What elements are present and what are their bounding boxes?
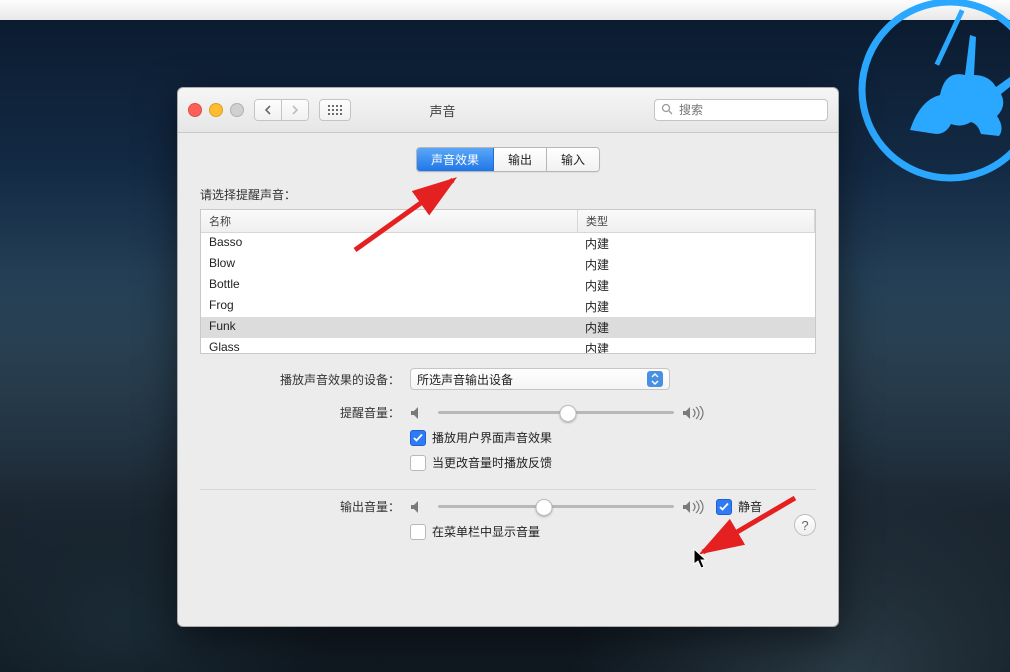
sound-preferences-window: 声音 声音效果输出输入 请选择提醒声音： 名称 类型 Basso内建Blow内建… [177, 87, 839, 627]
table-row[interactable]: Blow内建 [201, 254, 815, 275]
play-through-value: 所选声音输出设备 [417, 371, 513, 388]
speaker-high-icon [682, 405, 710, 421]
titlebar: 声音 [178, 88, 838, 133]
ui-sound-checkbox[interactable] [410, 430, 426, 446]
speaker-low-icon [410, 405, 430, 421]
window-title: 声音 [241, 101, 644, 120]
ui-sound-label: 播放用户界面声音效果 [432, 429, 552, 446]
column-name[interactable]: 名称 [201, 210, 578, 232]
alert-volume-label: 提醒音量： [200, 404, 410, 421]
list-rows[interactable]: Basso内建Blow内建Bottle内建Frog内建Funk内建Glass内建 [201, 233, 815, 354]
search-field[interactable] [654, 99, 828, 121]
table-row[interactable]: Bottle内建 [201, 275, 815, 296]
tabs: 声音效果输出输入 [200, 147, 816, 172]
table-row[interactable]: Frog内建 [201, 296, 815, 317]
mute-label: 静音 [738, 498, 762, 515]
output-volume-slider[interactable] [438, 499, 674, 515]
alert-volume-slider[interactable] [438, 405, 674, 421]
table-row[interactable]: Glass内建 [201, 338, 815, 354]
menubar-volume-label: 在菜单栏中显示音量 [432, 523, 540, 540]
output-volume-label: 输出音量： [200, 498, 410, 515]
feedback-label: 当更改音量时播放反馈 [432, 454, 552, 471]
tab-2[interactable]: 输入 [547, 148, 599, 171]
help-button[interactable]: ? [794, 514, 816, 536]
speaker-high-icon [682, 499, 710, 515]
menubar-volume-checkbox[interactable] [410, 524, 426, 540]
horseman-watermark [850, 0, 1010, 190]
desktop: 声音 声音效果输出输入 请选择提醒声音： 名称 类型 Basso内建Blow内建… [0, 0, 1010, 672]
table-row[interactable]: Basso内建 [201, 233, 815, 254]
search-icon [661, 103, 673, 118]
tab-1[interactable]: 输出 [494, 148, 547, 171]
play-through-select[interactable]: 所选声音输出设备 [410, 368, 670, 390]
feedback-checkbox[interactable] [410, 455, 426, 471]
window-body: 声音效果输出输入 请选择提醒声音： 名称 类型 Basso内建Blow内建Bot… [178, 133, 838, 550]
list-header: 名称 类型 [201, 210, 815, 233]
traffic-lights [188, 103, 244, 117]
mute-checkbox[interactable] [716, 499, 732, 515]
alert-sound-list: 名称 类型 Basso内建Blow内建Bottle内建Frog内建Funk内建G… [200, 209, 816, 354]
close-button[interactable] [188, 103, 202, 117]
column-type[interactable]: 类型 [578, 210, 815, 232]
speaker-low-icon [410, 499, 430, 515]
play-through-label: 播放声音效果的设备： [200, 371, 410, 388]
search-input[interactable] [677, 102, 836, 118]
minimize-button[interactable] [209, 103, 223, 117]
alert-sound-label: 请选择提醒声音： [200, 186, 816, 203]
tab-0[interactable]: 声音效果 [417, 148, 494, 171]
table-row[interactable]: Funk内建 [201, 317, 815, 338]
divider [200, 489, 816, 490]
select-arrows-icon [647, 371, 663, 387]
